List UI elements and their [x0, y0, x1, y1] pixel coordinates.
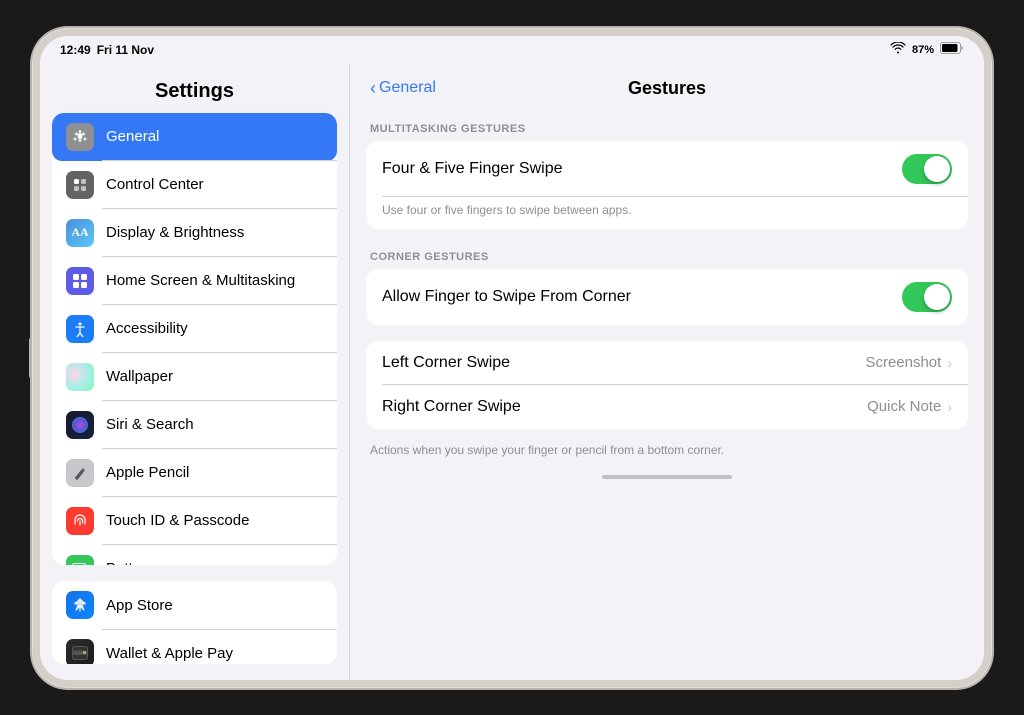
general-icon [66, 123, 94, 151]
right-corner-swipe-value: Quick Note › [867, 398, 952, 415]
main-content: ‹ General Gestures MULTITASKING GESTURES… [350, 64, 984, 680]
battery-icon [940, 41, 964, 59]
sidebar-label-siri: Siri & Search [106, 416, 194, 433]
back-button[interactable]: ‹ General [370, 78, 436, 99]
right-corner-swipe-label: Right Corner Swipe [382, 398, 521, 416]
status-time: 12:49 [60, 43, 91, 57]
sidebar-label-battery: Battery [106, 560, 154, 565]
right-corner-chevron-icon: › [947, 399, 952, 415]
sidebar-title: Settings [40, 64, 349, 113]
homescreen-icon [66, 267, 94, 295]
sidebar-item-appstore[interactable]: App Store [52, 581, 337, 629]
ipad-frame: 12:49 Fri 11 Nov 87% [32, 28, 992, 688]
allow-finger-swipe-label: Allow Finger to Swipe From Corner [382, 288, 631, 306]
allow-finger-swipe-toggle[interactable] [902, 282, 952, 312]
sidebar-item-battery[interactable]: Battery [52, 545, 337, 566]
side-button [29, 338, 32, 378]
corner-actions-card: Left Corner Swipe Screenshot › Right Cor… [366, 341, 968, 429]
sidebar-label-control-center: Control Center [106, 176, 204, 193]
four-five-finger-label: Four & Five Finger Swipe [382, 160, 563, 178]
four-five-finger-row[interactable]: Four & Five Finger Swipe [366, 141, 968, 197]
sidebar-item-general[interactable]: General [52, 113, 337, 161]
sidebar-item-control-center[interactable]: Control Center [52, 161, 337, 209]
sidebar-label-homescreen: Home Screen & Multitasking [106, 272, 295, 289]
ipad-screen: 12:49 Fri 11 Nov 87% [40, 36, 984, 680]
sidebar-label-accessibility: Accessibility [106, 320, 188, 337]
back-chevron-icon: ‹ [370, 78, 376, 99]
sidebar-section-1: General Control Center [52, 113, 337, 566]
home-indicator [602, 475, 732, 479]
multitasking-card: Four & Five Finger Swipe Use four or fiv… [366, 141, 968, 229]
sidebar: Settings General [40, 64, 350, 680]
status-bar: 12:49 Fri 11 Nov 87% [40, 36, 984, 64]
wallpaper-icon [66, 363, 94, 391]
sidebar-item-accessibility[interactable]: Accessibility [52, 305, 337, 353]
pencil-icon [66, 459, 94, 487]
right-corner-swipe-text: Quick Note [867, 398, 941, 415]
corner-actions-description: Actions when you swipe your finger or pe… [350, 437, 984, 469]
sidebar-item-pencil[interactable]: Apple Pencil [52, 449, 337, 497]
sidebar-label-general: General [106, 128, 159, 145]
left-corner-swipe-value: Screenshot › [865, 354, 952, 371]
battery-sidebar-icon [66, 555, 94, 566]
wallet-icon [66, 639, 94, 663]
siri-icon [66, 411, 94, 439]
status-date: Fri 11 Nov [97, 43, 154, 57]
battery-percent: 87% [912, 44, 934, 56]
sidebar-item-siri[interactable]: Siri & Search [52, 401, 337, 449]
control-center-icon [66, 171, 94, 199]
back-label: General [379, 79, 436, 97]
multitasking-description: Use four or five fingers to swipe betwee… [366, 197, 968, 229]
wifi-icon [890, 42, 906, 57]
sidebar-label-wallpaper: Wallpaper [106, 368, 173, 385]
right-corner-swipe-row[interactable]: Right Corner Swipe Quick Note › [366, 385, 968, 429]
sidebar-label-touchid: Touch ID & Passcode [106, 512, 249, 529]
four-five-finger-toggle[interactable] [902, 154, 952, 184]
app-content: Settings General [40, 64, 984, 680]
sidebar-section-2: App Store Wallet & Apple Pay [52, 581, 337, 663]
corner-section-label: CORNER GESTURES [350, 237, 984, 269]
accessibility-icon [66, 315, 94, 343]
sidebar-item-wallpaper[interactable]: Wallpaper [52, 353, 337, 401]
sidebar-item-wallet[interactable]: Wallet & Apple Pay [52, 629, 337, 663]
appstore-icon [66, 591, 94, 619]
left-corner-chevron-icon: › [947, 355, 952, 371]
allow-finger-swipe-row[interactable]: Allow Finger to Swipe From Corner [366, 269, 968, 325]
display-icon: AA [66, 219, 94, 247]
multitasking-section-label: MULTITASKING GESTURES [350, 109, 984, 141]
left-corner-swipe-label: Left Corner Swipe [382, 354, 510, 372]
sidebar-label-appstore: App Store [106, 597, 173, 614]
main-page-title: Gestures [628, 78, 706, 99]
main-header: ‹ General Gestures [350, 64, 984, 109]
allow-finger-swipe-knob [924, 284, 950, 310]
sidebar-item-display[interactable]: AA Display & Brightness [52, 209, 337, 257]
four-five-finger-toggle-knob [924, 156, 950, 182]
touchid-icon [66, 507, 94, 535]
sidebar-label-wallet: Wallet & Apple Pay [106, 645, 233, 662]
left-corner-swipe-row[interactable]: Left Corner Swipe Screenshot › [366, 341, 968, 385]
left-corner-swipe-text: Screenshot [865, 354, 941, 371]
corner-toggle-card: Allow Finger to Swipe From Corner [366, 269, 968, 325]
sidebar-item-homescreen[interactable]: Home Screen & Multitasking [52, 257, 337, 305]
sidebar-label-pencil: Apple Pencil [106, 464, 189, 481]
sidebar-label-display: Display & Brightness [106, 224, 244, 241]
status-right: 87% [890, 41, 964, 59]
sidebar-item-touchid[interactable]: Touch ID & Passcode [52, 497, 337, 545]
